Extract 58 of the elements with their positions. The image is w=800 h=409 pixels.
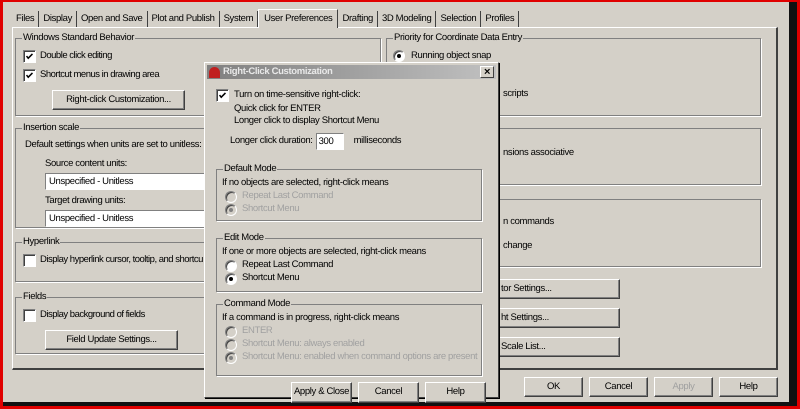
description-text: If one or more objects are selected, right-click means [222, 245, 426, 259]
tab[interactable]: User Preferences [258, 9, 338, 28]
group-title: Hyperlink [22, 235, 60, 249]
description-text: Default settings when units are set to unitless: [25, 138, 202, 152]
button[interactable]: OK [524, 377, 583, 397]
tab[interactable]: 3D Modeling [378, 11, 436, 27]
button[interactable]: tor Settings... [498, 279, 620, 299]
option-label: n commands [503, 215, 554, 229]
description-text: If a command is in progress, right-click means [222, 311, 400, 325]
option-label: scripts [503, 87, 528, 101]
duration-field[interactable]: 300 [316, 132, 344, 150]
checkbox[interactable] [23, 50, 36, 63]
option-label: nsions associative [503, 146, 574, 160]
checkbox-label: Double click editing [40, 49, 112, 64]
window-title: Right-Click Customization [223, 65, 332, 79]
option-label: change [503, 239, 532, 253]
button[interactable]: Help [719, 377, 778, 397]
close-button[interactable]: × [480, 66, 494, 78]
checkbox[interactable] [216, 88, 229, 102]
checkbox[interactable] [23, 309, 36, 322]
button[interactable]: Field Update Settings... [45, 330, 178, 350]
button[interactable]: Help [425, 382, 486, 403]
checkbox-label: Turn on time-sensitive right-click: [234, 88, 360, 102]
checkbox-label: Shortcut menus in drawing area [40, 68, 160, 82]
button[interactable]: Scale List... [498, 337, 620, 357]
unit-label: milliseconds [354, 134, 402, 148]
tab[interactable]: Files [12, 11, 40, 27]
radio-button[interactable] [393, 50, 405, 62]
note-text: Quick click for ENTER [233, 103, 322, 115]
radio-button[interactable] [225, 260, 237, 272]
checkbox-label: Display background of fields [40, 308, 145, 322]
checkbox-label: Display hyperlink cursor, tooltip, and shortcu [40, 253, 203, 268]
tab[interactable]: Profiles [481, 11, 520, 27]
app-icon [209, 66, 220, 78]
button[interactable]: ht Settings... [498, 308, 620, 328]
radio-label: Repeat Last Command [242, 258, 334, 272]
radio-button[interactable] [225, 272, 237, 284]
field-label: Target drawing units: [45, 194, 126, 208]
button[interactable]: Right-click Customization... [52, 90, 185, 110]
check-icon [24, 70, 35, 81]
check-icon [24, 51, 35, 62]
check-icon [217, 90, 228, 100]
checkbox[interactable] [23, 254, 36, 267]
field-label: Longer click duration: [230, 134, 313, 148]
group-title: Priority for Coordinate Data Entry [393, 31, 524, 45]
note-text: Longer click to display Shortcut Menu [233, 115, 380, 127]
checkbox[interactable] [23, 69, 36, 82]
button[interactable]: Cancel [589, 377, 648, 397]
tab[interactable]: Open and Save [77, 11, 148, 27]
button[interactable]: Apply & Close [291, 382, 352, 403]
button[interactable]: Cancel [358, 382, 419, 403]
tab[interactable]: Plot and Publish [148, 11, 220, 27]
field-label: Source content units: [45, 157, 127, 171]
tab[interactable]: Drafting [338, 11, 378, 27]
radio-label: Shortcut Menu [242, 271, 300, 286]
tab[interactable]: Selection [436, 11, 482, 27]
tab[interactable]: Display [39, 11, 78, 27]
radio-label: Running object snap [411, 48, 491, 63]
